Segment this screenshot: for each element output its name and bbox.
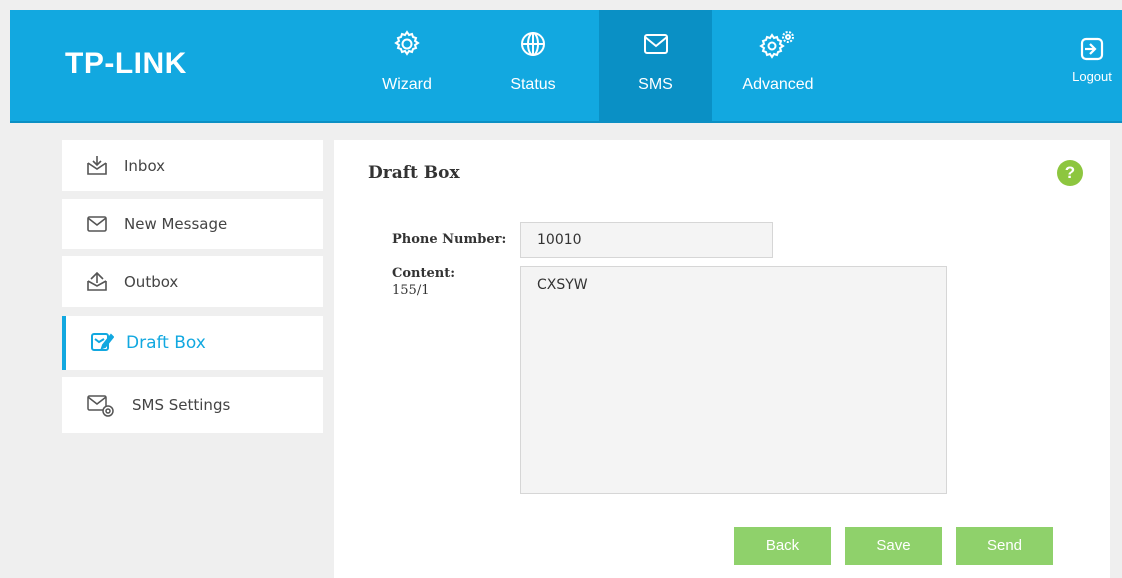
content-counter: 155/1 (392, 283, 430, 298)
gears-icon (758, 29, 798, 64)
nav-wizard[interactable]: Wizard (367, 10, 447, 121)
save-button[interactable]: Save (845, 527, 942, 565)
page-title: Draft Box (368, 163, 460, 183)
draft-icon (90, 331, 115, 358)
nav-wizard-label: Wizard (382, 76, 432, 93)
content-label: Content: (392, 266, 456, 281)
nav-advanced[interactable]: Advanced (728, 10, 828, 121)
sidebar-item-draft-box[interactable]: Draft Box (62, 316, 323, 370)
sidebar-item-label: Outbox (124, 273, 179, 291)
nav-status[interactable]: Status (493, 10, 573, 121)
sidebar-item-sms-settings[interactable]: SMS Settings (62, 377, 323, 433)
send-button[interactable]: Send (956, 527, 1053, 565)
inbox-icon (86, 154, 108, 180)
phone-number-label: Phone Number: (392, 232, 507, 247)
tp-link-logo: TP-LINK (65, 47, 187, 80)
sms-settings-icon (86, 393, 116, 423)
help-icon[interactable]: ? (1057, 160, 1083, 186)
logout-icon (1072, 36, 1112, 65)
nav-advanced-label: Advanced (742, 76, 814, 93)
sidebar-item-label: Inbox (124, 157, 166, 175)
sidebar-item-label: Draft Box (126, 333, 206, 353)
sidebar-item-label: New Message (124, 215, 228, 233)
content-textarea[interactable]: CXSYW (520, 266, 947, 494)
draft-box-panel: Draft Box ? Phone Number: Content: 155/1… (334, 140, 1110, 578)
globe-icon (518, 29, 548, 64)
outbox-icon (86, 270, 108, 296)
envelope-icon (641, 29, 671, 64)
nav-status-label: Status (510, 76, 556, 93)
nav-sms-label: SMS (638, 76, 673, 93)
top-nav-bar: TP-LINK Wizard Status SMS Advanced Logou… (10, 10, 1122, 123)
logout-label: Logout (1072, 69, 1112, 84)
sidebar-item-inbox[interactable]: Inbox (62, 140, 323, 191)
logout-button[interactable]: Logout (1072, 36, 1112, 96)
sidebar-item-new-message[interactable]: New Message (62, 199, 323, 249)
gear-icon (392, 29, 422, 64)
phone-number-input[interactable] (520, 222, 773, 258)
sidebar-item-label: SMS Settings (132, 396, 231, 414)
back-button[interactable]: Back (734, 527, 831, 565)
envelope-icon (86, 214, 108, 238)
nav-sms[interactable]: SMS (599, 10, 712, 121)
sidebar-item-outbox[interactable]: Outbox (62, 256, 323, 307)
